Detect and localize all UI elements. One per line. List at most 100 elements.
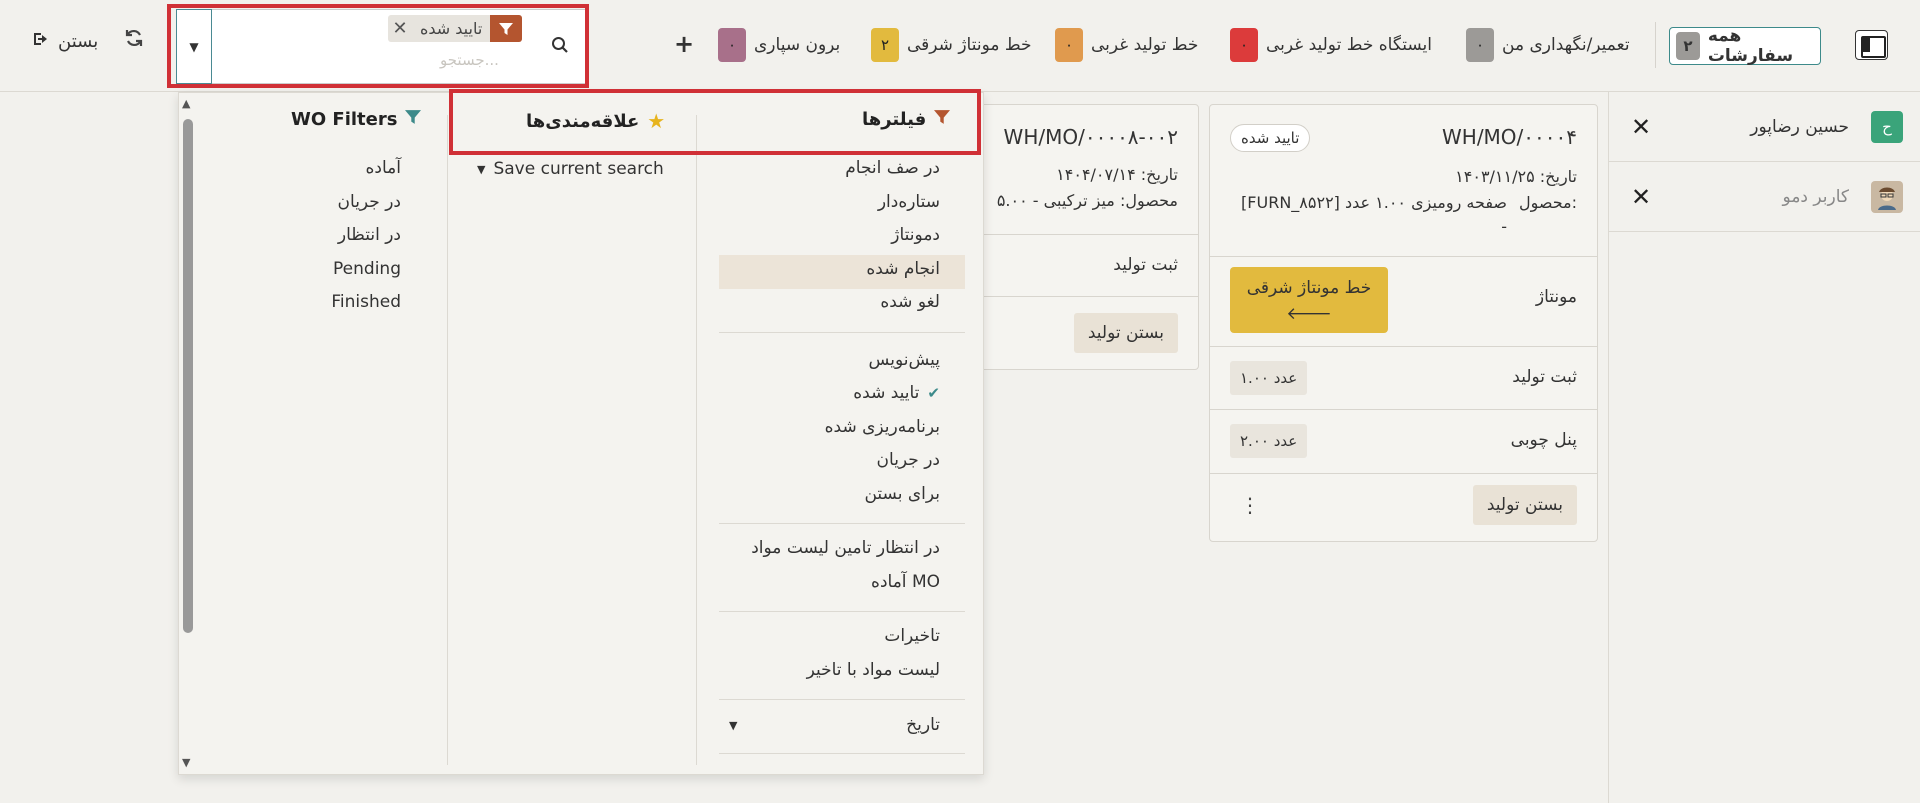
filter-confirmed-label: تایید شده xyxy=(853,383,920,403)
separator xyxy=(719,699,965,700)
checkmark-icon: ✔ xyxy=(927,384,940,402)
filter-late-components[interactable]: لیست مواد با تاخیر xyxy=(807,660,940,680)
wo-filter-pending[interactable]: Pending xyxy=(333,259,401,279)
workorder-label: ثبت تولید xyxy=(1512,367,1577,387)
user-row[interactable]: ✕ کاربر دمو xyxy=(1609,162,1920,232)
sign-out-icon xyxy=(32,31,52,52)
refresh-icon[interactable] xyxy=(124,28,146,58)
filter-todo[interactable]: در صف انجام xyxy=(845,158,940,178)
workorder-row: مونتاژ خط مونتاژ شرقی 🡐 xyxy=(1210,257,1597,347)
mo-date: تاریخ: ۱۴۰۳/۱۱/۲۵ xyxy=(1455,167,1577,186)
column-divider xyxy=(696,115,697,765)
search-input[interactable]: جستجو... xyxy=(440,51,499,69)
sidebar-toggle-icon[interactable] xyxy=(1855,30,1888,60)
save-current-search[interactable]: ▼ Save current search xyxy=(477,159,664,179)
mo-card-header[interactable]: WH/MO/۰۰۰۰۸-۰۰۲ تاریخ: ۱۴۰۴/۰۷/۱۴ محصول:… xyxy=(981,105,1198,235)
component-label: پنل چوبی xyxy=(1510,430,1577,450)
mo-card: WH/MO/۰۰۰۰۸-۰۰۲ تاریخ: ۱۴۰۴/۰۷/۱۴ محصول:… xyxy=(980,104,1199,370)
favorites-title: علاقه‌مندی‌ها xyxy=(526,110,640,132)
workcenter-label: خط مونتاژ شرقی xyxy=(1246,278,1372,298)
user-row[interactable]: ✕ حسین رضاپور ح xyxy=(1609,92,1920,162)
mo-card: WH/MO/۰۰۰۰۴ تایید شده تاریخ: ۱۴۰۳/۱۱/۲۵ … xyxy=(1209,104,1598,542)
chip-label: ایستگاه خط تولید غربی xyxy=(1266,35,1432,55)
chip-count: ۲ xyxy=(871,28,899,62)
scrollbar[interactable]: ▲ ▼ xyxy=(179,93,199,776)
separator xyxy=(719,332,965,333)
chip-west-production[interactable]: ۰ خط تولید غربی xyxy=(1055,28,1198,62)
chip-count: ۲ xyxy=(1676,32,1700,60)
search-icon[interactable] xyxy=(551,36,569,54)
chip-all-orders[interactable]: ۲ همه سفارشات xyxy=(1669,26,1821,66)
close-production-button[interactable]: بستن تولید xyxy=(1073,313,1178,353)
chip-label: تعمیر/نگهداری من xyxy=(1502,35,1630,55)
chip-count: ۰ xyxy=(1230,28,1258,62)
filter-confirmed[interactable]: تایید شده ✔ xyxy=(853,383,940,403)
mo-date: تاریخ: ۱۴۰۴/۰۷/۱۴ xyxy=(1056,165,1178,184)
close-icon[interactable]: ✕ xyxy=(1631,113,1651,141)
wo-filter-ready[interactable]: آماده xyxy=(366,158,402,178)
qty-badge: ۱.۰۰ عدد xyxy=(1230,361,1308,395)
chip-count: ۰ xyxy=(1466,28,1494,62)
exit-label: بستن xyxy=(58,31,99,52)
facet-value: تایید شده xyxy=(420,19,483,38)
topbar-divider xyxy=(1655,22,1656,68)
mo-card-header[interactable]: WH/MO/۰۰۰۰۴ تایید شده تاریخ: ۱۴۰۳/۱۱/۲۵ … xyxy=(1210,105,1597,257)
remove-facet-icon[interactable]: ✕ xyxy=(388,18,412,39)
mo-product-line: محصول: xyxy=(1519,193,1577,212)
wo-filter-waiting[interactable]: در انتظار xyxy=(338,225,401,245)
status-badge: تایید شده xyxy=(1230,124,1311,152)
chip-subcontract[interactable]: ۰ برون سپاری xyxy=(718,28,840,62)
filter-planned[interactable]: برنامه‌ریزی شده xyxy=(825,417,940,437)
star-icon: ★ xyxy=(647,109,666,133)
close-production-button[interactable]: بستن تولید xyxy=(1472,485,1577,525)
filter-done[interactable]: انجام شده xyxy=(866,259,940,279)
filter-mo-ready[interactable]: آماده MO xyxy=(871,572,940,592)
workorder-row[interactable]: ثبت تولید ۱.۰۰ عدد xyxy=(1210,347,1597,410)
kebab-menu-icon[interactable]: ⋮ xyxy=(1240,493,1260,517)
workorder-label: ثبت تولید xyxy=(1113,255,1178,275)
filter-date[interactable]: تاریخ xyxy=(906,715,940,735)
workorder-row[interactable]: ثبت تولید xyxy=(981,235,1198,297)
filter-waiting-components[interactable]: در انتظار تامین لیست مواد xyxy=(751,538,940,558)
filter-draft[interactable]: پیش‌نویس xyxy=(869,350,940,370)
mo-product-dash: - xyxy=(1501,217,1507,236)
chip-my-maintenance[interactable]: ۰ تعمیر/نگهداری من xyxy=(1466,28,1630,62)
add-icon[interactable]: + xyxy=(674,30,694,58)
filter-unbuild[interactable]: دمونتاژ xyxy=(891,225,940,245)
search-facet: ✕ تایید شده xyxy=(388,15,523,42)
save-search-label: Save current search xyxy=(493,159,664,179)
chip-count: ۰ xyxy=(718,28,746,62)
workcenter-button[interactable]: خط مونتاژ شرقی 🡐 xyxy=(1230,267,1388,333)
filter-in-progress[interactable]: در جریان xyxy=(877,450,940,470)
filter-delays[interactable]: تاخیرات xyxy=(884,626,940,646)
filter-starred[interactable]: ستاره‌دار xyxy=(878,192,940,212)
search-options-toggle[interactable]: ▼ xyxy=(176,9,212,84)
filter-cancelled[interactable]: لغو شده xyxy=(880,292,940,312)
filter-icon xyxy=(405,109,422,130)
avatar xyxy=(1871,180,1903,213)
chip-west-station[interactable]: ۰ ایستگاه خط تولید غربی xyxy=(1230,28,1432,62)
filter-to-close[interactable]: برای بستن xyxy=(864,484,940,504)
mo-name: WH/MO/۰۰۰۰۸-۰۰۲ xyxy=(1003,125,1178,149)
filters-heading: فیلترها xyxy=(862,109,951,130)
component-row[interactable]: پنل چوبی ۲.۰۰ عدد xyxy=(1210,410,1597,474)
wo-filter-in-progress[interactable]: در جریان xyxy=(338,192,401,212)
exit-button[interactable]: بستن xyxy=(32,31,98,52)
top-bar: بستن ▼ ✕ تایید شده جستجو... + ۰ برون سپا… xyxy=(0,0,1920,92)
search-box xyxy=(176,9,587,84)
close-icon[interactable]: ✕ xyxy=(1631,183,1651,211)
wo-filters-title: WO Filters xyxy=(291,109,398,130)
caret-down-icon[interactable]: ▼ xyxy=(729,719,737,732)
chip-east-assembly[interactable]: ۲ خط مونتاژ شرقی xyxy=(871,28,1032,62)
scroll-up-icon[interactable]: ▲ xyxy=(182,97,190,110)
user-name: حسین رضاپور xyxy=(1750,116,1849,137)
scrollbar-thumb[interactable] xyxy=(183,119,193,633)
wo-filters-heading: WO Filters xyxy=(291,109,422,130)
separator xyxy=(719,753,965,754)
separator xyxy=(719,523,965,524)
qty-badge: ۲.۰۰ عدد xyxy=(1230,424,1308,458)
caret-down-icon: ▼ xyxy=(477,162,486,176)
scroll-down-icon[interactable]: ▼ xyxy=(182,756,190,769)
wo-filter-finished[interactable]: Finished xyxy=(331,292,401,312)
avatar: ح xyxy=(1871,110,1903,143)
